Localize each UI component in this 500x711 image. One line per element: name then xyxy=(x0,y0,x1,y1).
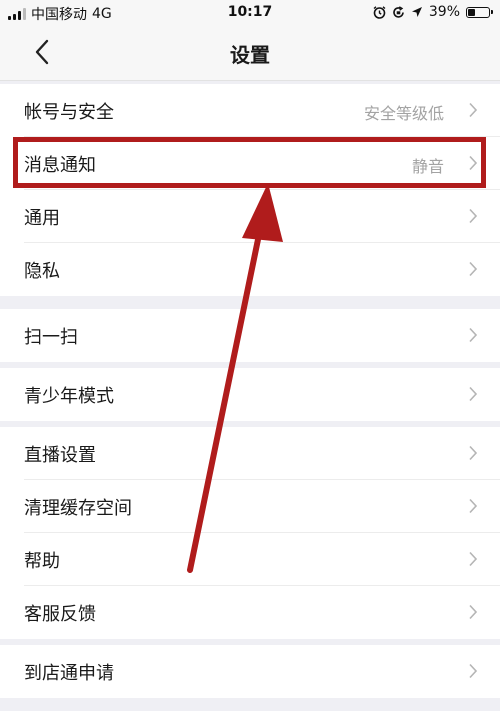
battery-level xyxy=(468,8,475,16)
settings-item-label: 隐私 xyxy=(24,261,60,282)
settings-item-live-settings[interactable]: 直播设置 xyxy=(0,427,500,480)
status-bar-right: 39% xyxy=(373,4,493,20)
alarm-icon xyxy=(373,5,386,19)
settings-item-label: 到店通申请 xyxy=(24,663,114,684)
settings-item-customer-feedback[interactable]: 客服反馈 xyxy=(0,586,500,639)
orientation-lock-icon xyxy=(393,5,404,18)
nav-bar: 设置 xyxy=(0,26,500,81)
settings-item-store-application[interactable]: 到店通申请 xyxy=(0,645,500,698)
chevron-right-icon xyxy=(469,102,478,118)
settings-group-scan: 扫一扫 xyxy=(0,309,500,362)
chevron-right-icon xyxy=(469,604,478,620)
settings-group-teen: 青少年模式 xyxy=(0,368,500,421)
settings-item-value: 安全等级低 xyxy=(363,104,444,123)
settings-item-label: 清理缓存空间 xyxy=(24,498,132,519)
chevron-right-icon xyxy=(469,551,478,567)
settings-item-privacy[interactable]: 隐私 xyxy=(0,243,500,296)
settings-item-help[interactable]: 帮助 xyxy=(0,533,500,586)
settings-item-value: 静音 xyxy=(411,157,444,176)
settings-item-label: 帮助 xyxy=(24,551,60,572)
settings-item-general[interactable]: 通用 xyxy=(0,190,500,243)
status-bar: 中国移动 4G 10:17 39% xyxy=(0,0,500,26)
chevron-right-icon xyxy=(469,663,478,679)
settings-group-store: 到店通申请 xyxy=(0,645,500,698)
settings-item-label: 通用 xyxy=(24,208,60,229)
chevron-right-icon xyxy=(469,261,478,277)
battery-icon xyxy=(466,6,493,18)
chevron-right-icon xyxy=(469,445,478,461)
chevron-right-icon xyxy=(469,498,478,514)
settings-item-label: 直播设置 xyxy=(24,445,96,466)
chevron-right-icon xyxy=(469,386,478,402)
settings-item-account-security[interactable]: 帐号与安全 安全等级低 xyxy=(0,84,500,137)
chevron-right-icon xyxy=(469,155,478,171)
location-icon xyxy=(411,7,422,17)
settings-item-label: 消息通知 xyxy=(24,155,96,176)
settings-item-notifications[interactable]: 消息通知 静音 xyxy=(0,137,500,190)
settings-group-account: 帐号与安全 安全等级低 消息通知 静音 通用 隐私 xyxy=(0,84,500,296)
chevron-right-icon xyxy=(469,327,478,343)
settings-item-label: 扫一扫 xyxy=(24,327,78,348)
chevron-right-icon xyxy=(469,208,478,224)
settings-group-misc: 直播设置 清理缓存空间 帮助 客服反馈 xyxy=(0,427,500,639)
battery-percent: 39% xyxy=(428,4,460,20)
settings-item-label: 帐号与安全 xyxy=(24,102,114,123)
settings-item-label: 青少年模式 xyxy=(24,386,114,407)
settings-item-teen-mode[interactable]: 青少年模式 xyxy=(0,368,500,421)
settings-item-scan[interactable]: 扫一扫 xyxy=(0,309,500,362)
page-title: 设置 xyxy=(230,43,270,67)
settings-item-label: 客服反馈 xyxy=(24,604,96,625)
settings-item-clear-cache[interactable]: 清理缓存空间 xyxy=(0,480,500,533)
